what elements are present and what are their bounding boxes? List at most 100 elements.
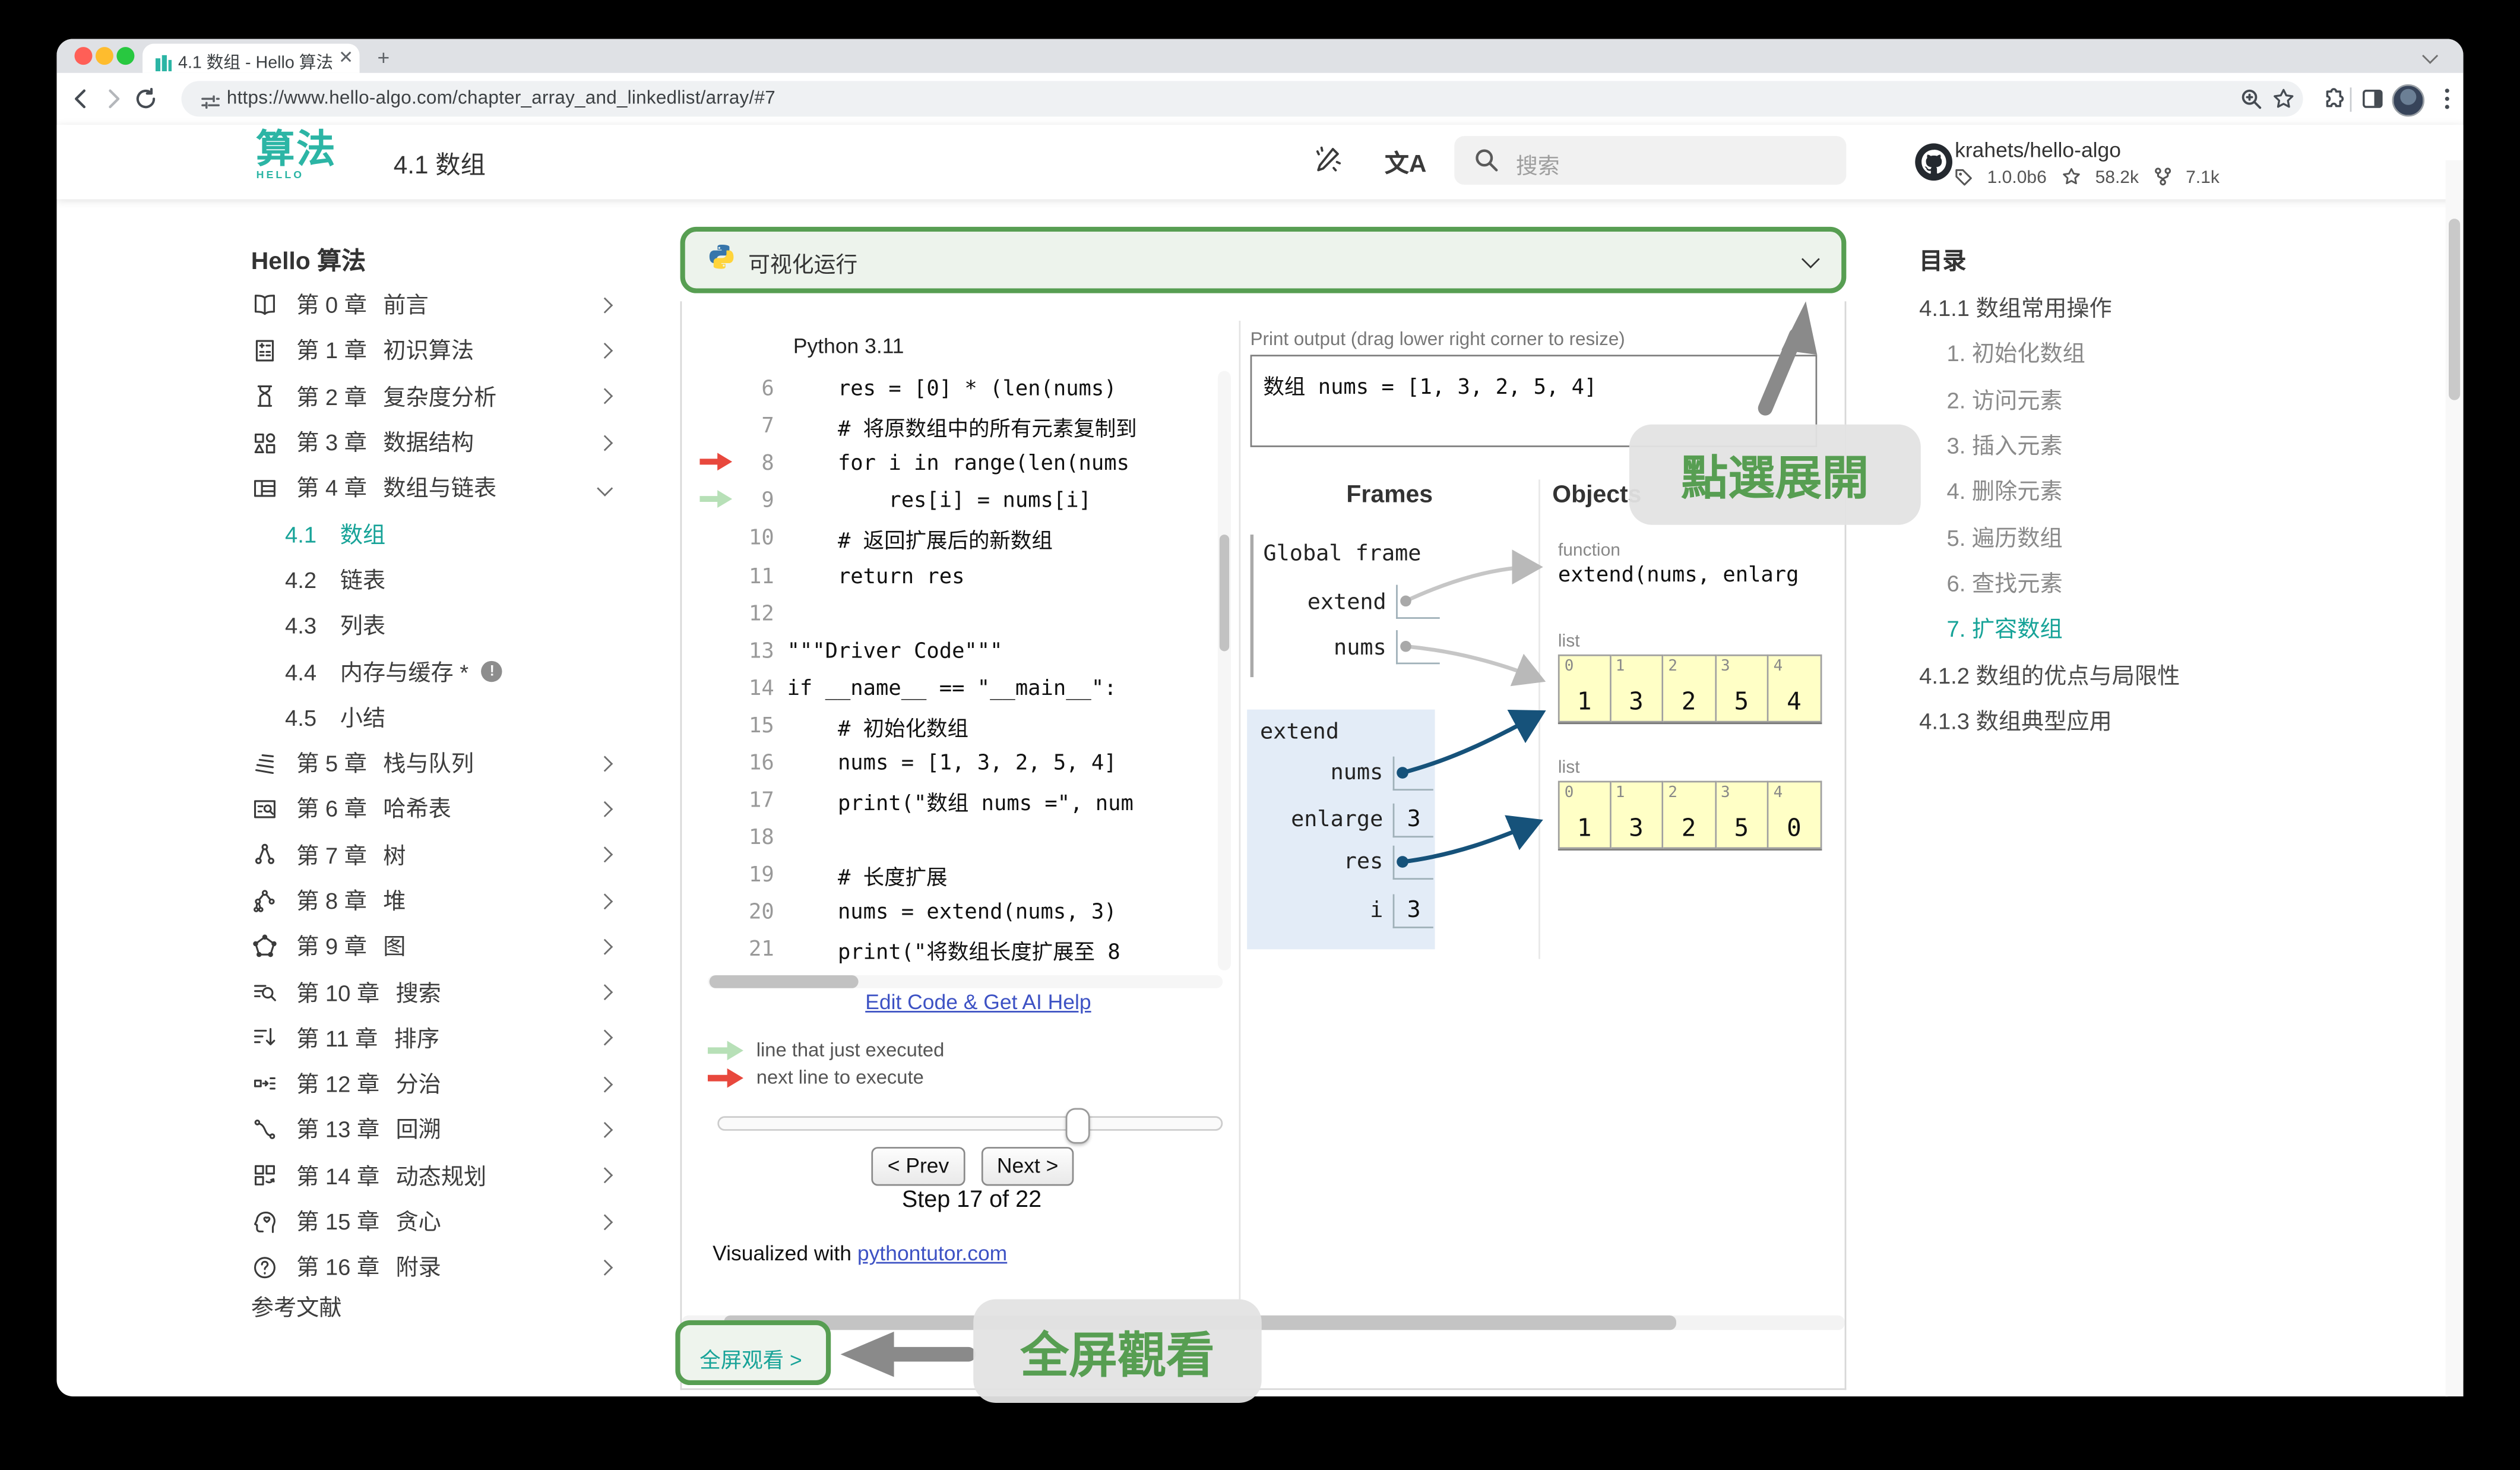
code-pane[interactable]: 6 res = [0] * (len(nums)7 # 将原数组中的所有元素复制… (699, 371, 1236, 972)
new-badge-icon: ! (482, 661, 502, 682)
toc-item[interactable]: 4. 删除元素 (1919, 469, 2243, 514)
line-number: 10 (739, 527, 774, 552)
step-slider-thumb[interactable] (1066, 1108, 1090, 1144)
sidebar-item[interactable]: 第 15 章贪心 (251, 1199, 617, 1244)
toc-item[interactable]: 7. 扩容数组 (1919, 606, 2243, 652)
sidebar-subitem[interactable]: 4.5小结 (251, 694, 617, 740)
list-cell: 35 (1716, 655, 1769, 723)
chevron-right-icon (597, 755, 613, 771)
var-name: i (1247, 897, 1383, 924)
code-hscrollbar-thumb[interactable] (710, 975, 859, 988)
sidebar-item[interactable]: 第 9 章图 (251, 924, 617, 969)
frames-header: Frames (1293, 481, 1487, 508)
step-slider[interactable] (717, 1116, 1223, 1131)
chevron-down-icon (597, 480, 613, 496)
bookmark-star-icon[interactable] (2272, 87, 2295, 118)
kebab-menu-icon[interactable] (2436, 86, 2458, 120)
just-executed-arrow-icon (699, 489, 733, 508)
page-scrollbar-thumb[interactable] (2449, 219, 2460, 400)
sidebar-item[interactable]: 第 2 章复杂度分析 (251, 374, 617, 419)
tab-close-icon[interactable]: ✕ (338, 47, 353, 68)
sidebar-subitem[interactable]: 4.3列表 (251, 603, 617, 649)
sidebar-item[interactable]: 第 6 章哈希表 (251, 786, 617, 832)
toc-item[interactable]: 1. 初始化数组 (1919, 331, 2243, 377)
translate-icon[interactable]: 文A (1385, 146, 1426, 179)
site-settings-icon[interactable] (201, 90, 220, 119)
back-icon[interactable] (69, 87, 92, 118)
var-cell (1393, 757, 1433, 791)
stack-heap-divider (1538, 479, 1540, 959)
sort-icon (251, 1025, 278, 1052)
code-vscrollbar-track[interactable] (1218, 371, 1231, 970)
step-indicator: Step 17 of 22 (745, 1187, 1199, 1213)
url-text[interactable]: https://www.hello-algo.com/chapter_array… (227, 89, 775, 109)
extensions-icon[interactable] (2322, 87, 2345, 118)
sidebar-item[interactable]: 第 14 章动态规划 (251, 1153, 617, 1199)
code-vscrollbar-thumb[interactable] (1220, 535, 1229, 651)
sidebar-item[interactable]: 第 13 章回溯 (251, 1107, 617, 1153)
heap-icon (251, 887, 278, 914)
traffic-light-zoom[interactable] (116, 47, 134, 65)
zoom-icon[interactable] (2240, 87, 2262, 118)
toc-item[interactable]: 4.1.1 数组常用操作 (1919, 285, 2243, 331)
toc-item[interactable]: 5. 遍历数组 (1919, 514, 2243, 560)
github-octocat-icon[interactable] (1913, 141, 1955, 191)
sidebar-item[interactable]: 第 5 章栈与队列 (251, 740, 617, 786)
edit-code-link[interactable]: Edit Code & Get AI Help (654, 990, 1302, 1014)
toc-item[interactable]: 6. 查找元素 (1919, 560, 2243, 606)
sidebar-item[interactable]: 第 3 章数据结构 (251, 419, 617, 465)
site-logo[interactable]: 算法 (251, 129, 342, 172)
site-logo-sub: HELLO (251, 170, 309, 181)
graph-icon (251, 932, 278, 960)
theme-toggle-icon[interactable] (1312, 144, 1343, 183)
function-signature: extend(nums, enlarg (1558, 564, 1843, 588)
sidebar-item[interactable]: 第 4 章数组与链表 (251, 465, 617, 511)
repo-version: 1.0.0b6 (1987, 167, 2047, 187)
var-cell (1396, 585, 1440, 619)
next-button[interactable]: Next > (982, 1147, 1074, 1186)
object-type-label: list (1558, 632, 1580, 652)
search-input[interactable] (1454, 136, 1846, 185)
sidebar-subitem[interactable]: 4.4内存与缓存 *! (251, 649, 617, 694)
sidebar-item[interactable]: 第 1 章初识算法 (251, 328, 617, 374)
sidebar-item[interactable]: 第 12 章分治 (251, 1061, 617, 1107)
chevron-right-icon (597, 1122, 613, 1138)
line-number: 8 (739, 453, 774, 477)
chevron-right-icon (597, 297, 613, 313)
red-arrow-icon (708, 1067, 745, 1088)
sidebar-subitem[interactable]: 4.2链表 (251, 557, 617, 603)
side-panel-icon[interactable] (2361, 87, 2384, 118)
new-tab-button[interactable]: + (378, 45, 390, 69)
fullscreen-link[interactable]: 全屏观看 > (699, 1343, 802, 1374)
toc-item[interactable]: 3. 插入元素 (1919, 423, 2243, 469)
toc-title: 目录 (1919, 243, 1966, 277)
sidebar-subitem[interactable]: 4.1数组 (251, 511, 617, 557)
sidebar-item-references[interactable]: 参考文献 (251, 1291, 342, 1324)
reload-icon[interactable] (134, 87, 157, 118)
sidebar-item[interactable]: 第 0 章前言 (251, 282, 617, 328)
sidebar-item[interactable]: 第 11 章排序 (251, 1015, 617, 1061)
divide-icon (251, 1070, 278, 1098)
traffic-light-close[interactable] (74, 47, 92, 65)
sidebar-item[interactable]: 第 10 章搜索 (251, 969, 617, 1015)
search-placeholder: 搜索 (1516, 147, 1560, 180)
pythontutor-link[interactable]: pythontutor.com (857, 1241, 1007, 1265)
sidebar-item[interactable]: 第 16 章附录 (251, 1244, 617, 1290)
list-cell: 40 (1768, 781, 1821, 849)
toc-item[interactable]: 4.1.3 数组典型应用 (1919, 698, 2243, 744)
traffic-light-minimize[interactable] (96, 47, 113, 65)
forward-icon[interactable] (102, 87, 125, 118)
sidebar-item[interactable]: 第 8 章堆 (251, 878, 617, 924)
list-object-nums: 0113223544 (1558, 655, 1821, 724)
line-text: for i in range(len(nums (787, 453, 1129, 477)
profile-avatar[interactable] (2392, 84, 2425, 117)
question-icon (251, 1254, 278, 1281)
toc-item[interactable]: 2. 访问元素 (1919, 377, 2243, 422)
prev-button[interactable]: < Prev (871, 1147, 965, 1186)
repo-name[interactable]: krahets/hello-algo (1955, 138, 2121, 162)
code-line: 21 print("将数组长度扩展至 8 (699, 932, 1236, 969)
line-text: # 初始化数组 (787, 711, 968, 742)
toc-item[interactable]: 4.1.2 数组的优点与局限性 (1919, 652, 2243, 697)
sidebar-title: Hello 算法 (251, 243, 366, 277)
sidebar-item[interactable]: 第 7 章树 (251, 832, 617, 878)
